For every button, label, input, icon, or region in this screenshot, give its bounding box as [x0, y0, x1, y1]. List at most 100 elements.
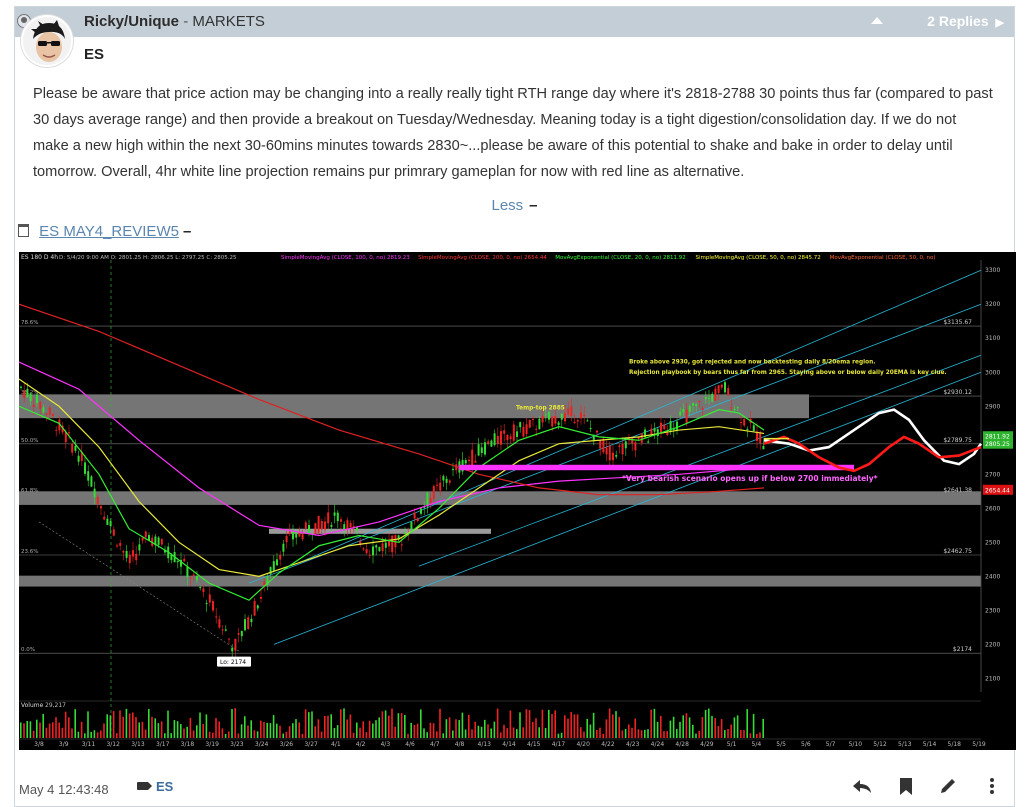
volume-bar	[602, 733, 604, 738]
edit-icon[interactable]	[937, 775, 959, 797]
x-tick-label: 4/3	[380, 741, 390, 748]
volume-bar	[68, 717, 70, 738]
x-tick-label: 5/19	[972, 741, 986, 748]
volume-bar	[55, 717, 57, 738]
volume-bar	[154, 718, 156, 738]
volume-bar	[477, 725, 480, 738]
volume-bar	[84, 733, 86, 738]
candle-body	[612, 452, 614, 461]
volume-bar	[736, 715, 739, 738]
volume-bar	[573, 714, 576, 738]
trash-icon[interactable]	[18, 224, 29, 237]
replies-link[interactable]: 2 Replies ▶	[927, 13, 1004, 29]
candle-body	[711, 393, 714, 402]
post-category[interactable]: MARKETS	[192, 13, 265, 30]
x-tick-label: 4/23	[626, 741, 640, 748]
avatar[interactable]	[21, 15, 73, 67]
candle-body	[250, 618, 253, 623]
volume-bar	[461, 712, 464, 738]
x-tick-label: 5/4	[752, 741, 762, 748]
attachment[interactable]: ES MAY4_REVIEW5–	[18, 223, 191, 240]
candle-body	[605, 447, 608, 455]
candle-body	[442, 476, 445, 481]
candle-body	[429, 497, 432, 504]
attachment-name[interactable]: ES MAY4_REVIEW5	[39, 223, 179, 240]
volume-bar	[74, 709, 76, 738]
candle-body	[752, 425, 755, 432]
candle-body	[228, 638, 230, 640]
volume-bar	[90, 731, 92, 738]
candle-body	[704, 396, 707, 400]
volume-bar	[621, 730, 624, 738]
reply-icon[interactable]	[851, 775, 873, 797]
candle-body	[336, 512, 339, 522]
volume-bar	[144, 729, 147, 738]
y-tick-label: 3200	[985, 301, 1000, 308]
volume-bar	[324, 715, 326, 738]
chart-image[interactable]: ES 180 D 4h D: 5/4/20 9:00 AM O: 2801.25 …	[19, 252, 1016, 750]
x-tick-label: 5/7	[826, 741, 836, 748]
candle-body	[52, 414, 54, 416]
volume-bar	[397, 713, 400, 738]
candle-body	[685, 409, 688, 423]
volume-bar	[746, 709, 748, 738]
volume-bar	[500, 732, 502, 738]
volume-bar	[525, 709, 528, 738]
volume-bar	[484, 719, 486, 738]
post-tag[interactable]: ES	[137, 779, 173, 794]
candle-body	[71, 443, 74, 453]
level-label: $2641.38	[943, 487, 972, 494]
x-tick-label: 4/15	[527, 741, 541, 748]
less-toggle[interactable]: Less –	[15, 197, 1014, 214]
volume-bar	[247, 725, 249, 738]
volume-bar	[660, 715, 662, 738]
volume-bar	[253, 730, 256, 738]
volume-bar	[727, 728, 729, 738]
author-name[interactable]: Ricky/Unique	[84, 13, 179, 30]
volume-bar	[548, 709, 550, 738]
bookmark-icon[interactable]	[895, 775, 917, 797]
indicator-label: MovAvgExponential (CLOSE, 20, 0, no) 281…	[555, 255, 685, 261]
candle-body	[196, 575, 198, 581]
candle-body	[439, 482, 442, 491]
volume-bar	[119, 710, 121, 738]
candle-body	[84, 462, 86, 474]
more-icon[interactable]	[981, 775, 1003, 797]
less-label[interactable]: Less	[491, 197, 523, 214]
volume-bar	[541, 709, 544, 738]
candle-body	[548, 411, 550, 420]
chart-symbol: ES 180 D 4h	[21, 254, 58, 261]
tag-label[interactable]: ES	[156, 779, 173, 794]
x-tick-label: 4/6	[405, 741, 415, 748]
volume-bar	[157, 723, 160, 738]
candle-body	[650, 428, 653, 435]
candle-body	[26, 388, 29, 398]
volume-bar	[679, 721, 681, 738]
minus-icon[interactable]: –	[183, 223, 191, 240]
x-tick-label: 5/14	[923, 741, 937, 748]
candle-body	[631, 437, 634, 444]
collapse-caret-icon[interactable]	[871, 17, 883, 24]
x-tick-label: 3/8	[34, 741, 44, 748]
forum-post: Ricky/Unique - MARKETS 2 Replies ▶ ES Pl…	[14, 6, 1016, 807]
minus-icon[interactable]: –	[529, 197, 537, 214]
volume-bar	[580, 727, 582, 738]
candle-body	[714, 388, 717, 401]
candle-body	[621, 443, 624, 455]
volume-bar	[234, 708, 236, 738]
volume-bar	[218, 721, 220, 738]
candle-body	[516, 431, 518, 437]
volume-bar	[109, 715, 112, 738]
candle-body	[560, 413, 563, 420]
candle-body	[327, 512, 330, 524]
candle-body	[388, 540, 390, 547]
volume-bar	[138, 722, 140, 738]
candle-body	[583, 414, 586, 417]
x-tick-label: 3/19	[205, 741, 219, 748]
y-tick-label: 2600	[985, 505, 1000, 512]
volume-bar	[509, 710, 512, 738]
candle-body	[759, 432, 762, 444]
candle-body	[304, 522, 307, 529]
y-tick-label: 2100	[985, 675, 1000, 682]
volume-bar	[493, 721, 496, 738]
